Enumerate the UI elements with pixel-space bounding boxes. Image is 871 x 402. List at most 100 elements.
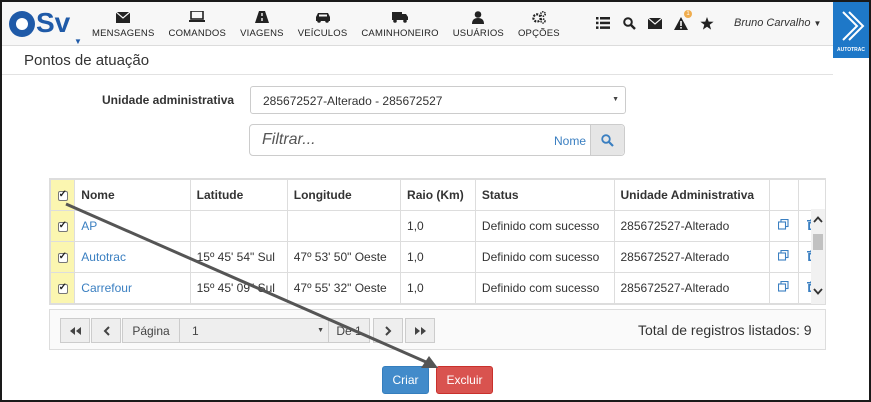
col-copy — [769, 179, 799, 211]
cell-unidade: 285672527-Alterado — [613, 241, 771, 273]
col-nome[interactable]: Nome — [74, 179, 191, 211]
chevron-left-icon — [103, 325, 110, 336]
table-row[interactable]: AP 1,0 Definido com sucesso 285672527-Al… — [50, 210, 825, 242]
app-window: Sv ▼ MENSAGENS COMANDOS VIAGENS VEÍCULOS… — [0, 0, 871, 402]
filter-input[interactable]: Filtrar... — [262, 131, 316, 149]
double-chevron-right-icon — [414, 326, 426, 335]
unidade-select[interactable]: 285672527-Alterado - 285672527 ▼ — [250, 86, 626, 114]
page-label: Página — [122, 318, 180, 343]
col-latitude[interactable]: Latitude — [189, 179, 288, 211]
cell-raio: 1,0 — [400, 210, 476, 242]
menu-veiculos[interactable]: VEÍCULOS — [292, 2, 354, 46]
road-icon — [254, 10, 270, 24]
cell-nome[interactable]: Carrefour — [74, 272, 191, 304]
filter-search-button[interactable] — [590, 125, 624, 155]
logo-caret-icon: ▼ — [74, 37, 82, 46]
menu-label: COMANDOS — [168, 28, 227, 39]
menu-mensagens[interactable]: MENSAGENS — [86, 2, 161, 46]
col-status[interactable]: Status — [474, 179, 615, 211]
envelope-icon[interactable] — [646, 14, 664, 32]
cell-raio: 1,0 — [400, 241, 476, 273]
col-raio[interactable]: Raio (Km) — [400, 179, 476, 211]
row-link[interactable]: Autotrac — [81, 250, 126, 264]
row-checkbox[interactable] — [57, 282, 68, 294]
chevron-down-icon: ▼ — [317, 327, 324, 334]
create-button[interactable]: Criar — [382, 366, 429, 394]
total-records: Total de registros listados: 9 — [638, 322, 812, 338]
last-page-button[interactable] — [405, 318, 435, 343]
row-link[interactable]: AP — [81, 219, 97, 233]
user-icon — [470, 10, 486, 24]
chevron-down-icon[interactable] — [813, 287, 823, 298]
list-icon[interactable] — [594, 14, 612, 32]
copy-icon[interactable] — [778, 280, 790, 295]
star-icon[interactable] — [698, 14, 716, 32]
filter-field-label[interactable]: Nome — [554, 134, 586, 148]
page-select[interactable]: 1 ▼ — [179, 318, 329, 343]
menu-usuarios[interactable]: USUÁRIOS — [447, 2, 510, 46]
copy-icon[interactable] — [778, 249, 790, 264]
cell-longitude: 47º 55' 32" Oeste — [286, 272, 402, 304]
brand-badge: AUTOTRAC — [833, 2, 869, 58]
copy-icon[interactable] — [778, 218, 790, 233]
warning-count-badge: 1 — [684, 10, 692, 18]
row-link[interactable]: Carrefour — [81, 281, 132, 295]
laptop-icon — [189, 10, 206, 24]
select-all-checkbox[interactable] — [57, 189, 68, 201]
row-checkbox[interactable] — [57, 220, 68, 232]
warning-icon[interactable]: 1 — [672, 10, 692, 32]
user-caret-icon: ▼ — [813, 19, 822, 28]
truck-icon — [392, 10, 409, 24]
menu-opcoes[interactable]: OPÇÕES — [512, 2, 566, 46]
app-logo[interactable]: Sv ▼ — [6, 5, 82, 46]
cell-nome[interactable]: AP — [74, 210, 191, 242]
chevron-up-icon[interactable] — [813, 215, 823, 226]
cell-latitude: 15º 45' 54" Sul — [189, 241, 288, 273]
page-title: Pontos de atuação — [24, 52, 150, 69]
cell-longitude — [286, 210, 402, 242]
col-unidade[interactable]: Unidade Administrativa — [613, 179, 771, 211]
table-row[interactable]: Autotrac 15º 45' 54" Sul 47º 53' 50" Oes… — [50, 241, 825, 273]
row-select-cell — [50, 272, 76, 304]
title-divider — [2, 74, 833, 75]
row-select-cell — [50, 303, 76, 304]
prev-page-button[interactable] — [91, 318, 121, 343]
page-select-value: 1 — [192, 324, 199, 338]
cell-status: Definido com sucesso — [474, 272, 615, 304]
cogs-icon — [531, 10, 547, 24]
table-header-row: Nome Latitude Longitude Raio (Km) Status… — [50, 179, 825, 211]
cell-status: Definido com sucesso — [474, 241, 615, 273]
filter-input-group: Filtrar... Nome — [249, 124, 625, 156]
col-longitude[interactable]: Longitude — [286, 179, 402, 211]
col-delete — [797, 179, 825, 211]
cell-unidade: 285672527-Alterado — [613, 210, 771, 242]
table-row — [50, 303, 825, 304]
table-scrollbar[interactable] — [811, 209, 825, 304]
toolbar-right: 1 — [594, 10, 724, 32]
first-page-button[interactable] — [60, 318, 90, 343]
menu-label: USUÁRIOS — [452, 28, 504, 39]
unidade-select-value: 285672527-Alterado - 285672527 — [263, 94, 443, 108]
menu-label: MENSAGENS — [92, 28, 155, 39]
car-icon — [315, 10, 331, 24]
pagination-bar: Página 1 ▼ De 1 Total de registros lista… — [49, 309, 826, 350]
menu-viagens[interactable]: VIAGENS — [234, 2, 290, 46]
cell-longitude: 47º 53' 50" Oeste — [286, 241, 402, 273]
copy-cell — [769, 272, 799, 304]
delete-button[interactable]: Excluir — [436, 366, 493, 394]
cell-nome[interactable]: Autotrac — [74, 241, 191, 273]
double-chevron-left-icon — [69, 326, 81, 335]
menu-label: VEÍCULOS — [297, 28, 348, 39]
table-row[interactable]: Carrefour 15º 45' 09" Sul 47º 55' 32" Oe… — [50, 272, 825, 304]
search-icon[interactable] — [620, 14, 638, 32]
user-menu[interactable]: Bruno Carvalho ▼ — [734, 17, 821, 29]
menu-label: CAMINHONEIRO — [361, 28, 439, 39]
top-navbar: Sv ▼ MENSAGENS COMANDOS VIAGENS VEÍCULOS… — [2, 2, 869, 46]
next-page-button[interactable] — [373, 318, 403, 343]
menu-label: OPÇÕES — [517, 28, 560, 39]
menu-label: VIAGENS — [240, 28, 284, 39]
row-checkbox[interactable] — [57, 251, 68, 263]
menu-caminhoneiro[interactable]: CAMINHONEIRO — [355, 2, 444, 46]
menu-comandos[interactable]: COMANDOS — [163, 2, 233, 46]
scrollbar-thumb[interactable] — [813, 234, 823, 250]
